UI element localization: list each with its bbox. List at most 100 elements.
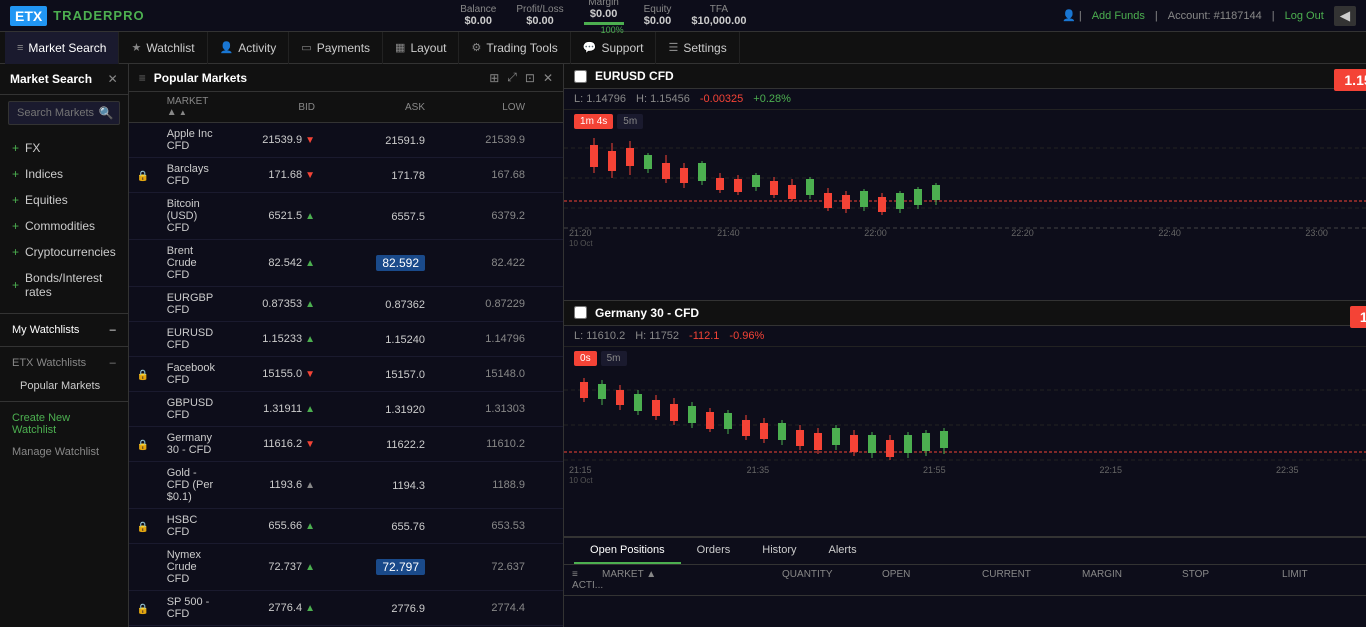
low-value: 82.422 <box>425 257 525 269</box>
ask-value: 0.87362 <box>385 299 425 311</box>
market-col-header[interactable]: MARKET ▲ <box>167 96 215 118</box>
market-row[interactable]: 🔒 Germany 30 - CFD 11616.2 ▼ 11622.2 116… <box>129 427 563 462</box>
nav-settings[interactable]: ☰ Settings <box>656 32 739 64</box>
bottom-panel: Open Positions Orders History Alerts ⤢ ⊡… <box>564 537 1366 627</box>
tf-5m[interactable]: 5m <box>617 114 643 129</box>
ask-value: 72.797 <box>376 559 425 575</box>
germany30-h-price: H: 11752 <box>635 330 679 342</box>
eurusd-timeframes: 1m 4s 5m <box>564 110 1366 133</box>
germany30-chart-checkbox[interactable] <box>574 306 587 319</box>
tab-history[interactable]: History <box>746 538 812 564</box>
manage-watchlist-button[interactable]: Manage Watchlist <box>0 442 128 462</box>
market-row[interactable]: GBPUSD CFD 1.31911 ▲ 1.31920 1.31303 <box>129 392 563 427</box>
bid-value: 11616.2 ▼ <box>215 438 315 450</box>
add-funds-link[interactable]: Add Funds <box>1092 10 1145 22</box>
sidebar-item-fx[interactable]: + FX <box>0 135 128 161</box>
etx-watchlists-header[interactable]: ETX Watchlists – <box>0 351 128 375</box>
market-name: HSBC CFD <box>167 514 215 538</box>
logo-icon: ETX <box>10 6 47 26</box>
germany30-bid-value: 11616.2 <box>1350 306 1366 328</box>
market-row[interactable]: EURUSD CFD 1.15233 ▲ 1.15240 1.14796 <box>129 322 563 357</box>
create-watchlist-button[interactable]: Create New Watchlist <box>0 406 128 442</box>
low-value: 1188.9 <box>425 479 525 491</box>
market-name: Nymex Crude CFD <box>167 549 215 585</box>
popout-icon[interactable]: ⊡ <box>525 71 535 85</box>
charts-area: EURUSD CFD 📊 🔔 ℹ ··· ⤢ ⊡ ✕ L: 1.14796 H:… <box>564 64 1366 627</box>
nav-activity[interactable]: 👤 Activity <box>208 32 290 64</box>
market-row[interactable]: Bitcoin (USD) CFD 6521.5 ▲ 6557.5 6379.2 <box>129 193 563 240</box>
eurusd-chart-checkbox[interactable] <box>574 70 587 83</box>
search-box: 🔍 <box>8 101 120 125</box>
market-row[interactable]: 🔒 Barclays CFD 171.68 ▼ 171.78 167.68 <box>129 158 563 193</box>
sidebar-close-button[interactable]: ✕ <box>108 72 118 86</box>
market-row[interactable]: Nymex Crude CFD 72.737 ▲ 72.797 72.637 <box>129 544 563 591</box>
nav-payments[interactable]: ▭ Payments <box>289 32 383 64</box>
back-button[interactable]: ◀ <box>1334 6 1356 26</box>
market-row[interactable]: EURGBP CFD 0.87353 ▲ 0.87362 0.87229 <box>129 287 563 322</box>
expand-icon[interactable]: ⤢ <box>507 70 517 85</box>
ask-value: 11622.2 <box>386 439 425 451</box>
drag-icon: ≡ <box>139 71 146 85</box>
eurusd-price-info: L: 1.14796 H: 1.15456 -0.00325 +0.28% 1.… <box>564 89 1366 110</box>
user-icon: 👤 | <box>1062 9 1082 22</box>
tab-open-positions[interactable]: Open Positions <box>574 538 681 564</box>
bid-col-header: BID <box>215 102 315 113</box>
market-row[interactable]: 🔒 HSBC CFD 655.66 ▲ 655.76 653.53 <box>129 509 563 544</box>
ask-value: 82.592 <box>376 255 425 271</box>
tools-icon: ⚙ <box>471 41 481 54</box>
ask-value: 6557.5 <box>391 211 425 223</box>
lock-icon: 🔒 <box>137 171 149 182</box>
bid-value: 171.68 ▼ <box>215 169 315 181</box>
equity-stat: Equity $0.00 <box>644 4 672 27</box>
tf-0s[interactable]: 0s <box>574 351 597 366</box>
market-row[interactable]: 🔒 SP 500 - CFD 2776.4 ▲ 2776.9 2774.4 <box>129 591 563 626</box>
header-stats: Balance $0.00 Profit/Loss $0.00 Margin $… <box>460 0 746 35</box>
nav-trading-tools[interactable]: ⚙ Trading Tools <box>459 32 570 64</box>
lock-icon: 🔒 <box>137 522 149 533</box>
markets-list: Apple Inc CFD 21539.9 ▼ 21591.9 21539.9 … <box>129 123 563 627</box>
nav-support[interactable]: 💬 Support <box>571 32 657 64</box>
tf-5m-2[interactable]: 5m <box>601 351 627 366</box>
menu-icon: ≡ <box>17 42 23 54</box>
germany30-change: -112.1 <box>689 330 719 342</box>
popular-markets-item[interactable]: Popular Markets <box>0 375 128 397</box>
header-actions: 👤 | Add Funds | Account: #1187144 | Log … <box>1062 6 1356 26</box>
close-markets-button[interactable]: ✕ <box>543 71 553 85</box>
bid-value: 2776.4 ▲ <box>215 602 315 614</box>
sidebar-item-commodities[interactable]: + Commodities <box>0 213 128 239</box>
tf-1m4s[interactable]: 1m 4s <box>574 114 613 129</box>
market-row[interactable]: Brent Crude CFD 82.542 ▲ 82.592 82.422 <box>129 240 563 287</box>
expand-icon: + <box>12 141 19 155</box>
eurusd-bid-value: 1.15233 <box>1334 69 1366 91</box>
tab-alerts[interactable]: Alerts <box>813 538 873 564</box>
grid-icon[interactable]: ⊞ <box>489 71 499 85</box>
my-watchlists-header[interactable]: My Watchlists – <box>0 318 128 342</box>
profit-loss-stat: Profit/Loss $0.00 <box>516 4 563 27</box>
sidebar-item-indices[interactable]: + Indices <box>0 161 128 187</box>
market-row[interactable]: 🔒 Facebook CFD 15155.0 ▼ 15157.0 15148.0 <box>129 357 563 392</box>
layout-icon: ▦ <box>395 41 405 54</box>
market-name: Bitcoin (USD) CFD <box>167 198 215 234</box>
market-row[interactable]: Gold - CFD (Per $0.1) 1193.6 ▲ 1194.3 11… <box>129 462 563 509</box>
low-value: 2774.4 <box>425 602 525 614</box>
nav-market-search[interactable]: ≡ Market Search <box>5 32 119 64</box>
lock-icon: 🔒 <box>137 604 149 615</box>
logo: ETX TRADERPRO <box>10 6 145 26</box>
sidebar-item-cryptocurrencies[interactable]: + Cryptocurrencies <box>0 239 128 265</box>
markets-table-header: MARKET ▲ BID ASK LOW <box>129 92 563 123</box>
search-icon: 🔍 <box>99 106 114 120</box>
nav-layout[interactable]: ▦ Layout <box>383 32 459 64</box>
market-name: Germany 30 - CFD <box>167 432 215 456</box>
nav-watchlist[interactable]: ★ Watchlist <box>119 32 207 64</box>
markets-panel: ≡ Popular Markets ⊞ ⤢ ⊡ ✕ MARKET ▲ BID A… <box>129 64 564 627</box>
main-content: Market Search ✕ 🔍 + FX + Indices + Equit… <box>0 64 1366 627</box>
markets-panel-controls: ⊞ ⤢ ⊡ ✕ <box>489 70 553 85</box>
log-out-link[interactable]: Log Out <box>1285 10 1324 22</box>
germany30-x-axis: 21:1510 Oct 21:35 21:55 22:15 22:35 22:5… <box>564 465 1366 485</box>
sidebar-item-equities[interactable]: + Equities <box>0 187 128 213</box>
lock-icon: 🔒 <box>137 440 149 451</box>
tab-orders[interactable]: Orders <box>681 538 747 564</box>
sidebar-divider3 <box>0 401 128 402</box>
sidebar-item-bonds[interactable]: + Bonds/Interest rates <box>0 265 128 305</box>
market-row[interactable]: Apple Inc CFD 21539.9 ▼ 21591.9 21539.9 <box>129 123 563 158</box>
